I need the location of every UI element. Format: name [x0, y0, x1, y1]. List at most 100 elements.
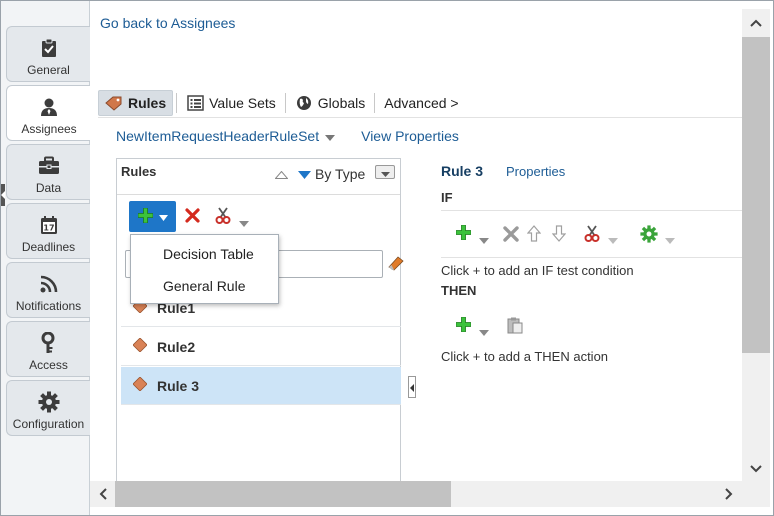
tab-deadlines[interactable]: 17 Deadlines — [6, 203, 90, 259]
rule-detail-title: Rule 3 — [441, 163, 484, 179]
rule-diamond-icon — [132, 376, 148, 394]
briefcase-icon — [38, 155, 60, 177]
clipboard-check-icon — [38, 37, 60, 59]
move-down-icon[interactable] — [551, 225, 567, 245]
panel-divider — [117, 194, 400, 195]
user-icon — [38, 96, 60, 118]
rss-icon — [38, 273, 60, 295]
back-to-assignees-link[interactable]: Go back to Assignees — [100, 15, 235, 31]
app-window: General Assignees Data 17 Deadlines Noti… — [0, 0, 774, 516]
key-icon — [38, 332, 60, 354]
tab-general[interactable]: General — [6, 26, 90, 82]
tab-advanced[interactable]: Advanced > — [378, 90, 464, 116]
tab-value-sets-label: Value Sets — [209, 95, 276, 111]
svg-text:17: 17 — [43, 224, 54, 233]
tab-data-label: Data — [35, 181, 62, 195]
toolbar-divider — [98, 117, 742, 118]
scroll-right-icon[interactable] — [718, 481, 740, 507]
cut-condition-chevron-icon[interactable] — [608, 232, 618, 247]
chevron-down-icon — [380, 165, 390, 180]
delete-rule-icon[interactable] — [185, 208, 200, 226]
rule-diamond-icon — [132, 337, 148, 355]
tab-rules-label: Rules — [128, 95, 167, 111]
add-condition-icon[interactable] — [455, 224, 472, 243]
add-condition-chevron-icon[interactable] — [479, 232, 489, 247]
tab-access[interactable]: Access — [6, 321, 90, 377]
sort-ascending-icon[interactable] — [274, 166, 289, 182]
ruleset-name-link[interactable]: NewItemRequestHeaderRuleSet — [116, 128, 319, 144]
cut-condition-icon[interactable] — [584, 225, 602, 245]
rules-editor-toolbar: Rules Value Sets Globals Advanced > — [98, 89, 465, 117]
vertical-scrollbar[interactable] — [742, 9, 770, 481]
tab-notifications-label: Notifications — [15, 299, 82, 313]
ruleset-dropdown-icon[interactable] — [325, 128, 336, 144]
then-hint-text: Click + to add a THEN action — [441, 349, 609, 364]
rule-label: Rule 3 — [157, 377, 200, 394]
ruleset-bar: NewItemRequestHeaderRuleSet View Propert… — [116, 128, 459, 144]
add-action-icon[interactable] — [455, 316, 472, 335]
scroll-down-icon[interactable] — [742, 458, 770, 480]
settings-chevron-icon[interactable] — [665, 232, 675, 247]
collapse-left-handle[interactable] — [1, 184, 5, 206]
clear-search-icon[interactable] — [387, 255, 405, 274]
toolbar-separator — [176, 93, 178, 113]
tab-advanced-label: Advanced > — [384, 95, 459, 111]
scroll-left-icon[interactable] — [92, 481, 114, 507]
add-rule-button[interactable] — [129, 201, 176, 232]
scroll-up-icon[interactable] — [742, 12, 770, 34]
rule-list-item[interactable]: Rule2 — [121, 328, 401, 366]
sort-by-label: By Type — [315, 166, 366, 182]
tab-assignees-label: Assignees — [21, 122, 77, 136]
toolbar-separator — [284, 93, 286, 113]
sort-control[interactable]: By Type — [274, 166, 366, 182]
tab-deadlines-label: Deadlines — [21, 240, 76, 254]
move-up-icon[interactable] — [526, 225, 542, 245]
tab-data[interactable]: Data — [6, 144, 90, 200]
if-toolbar-divider — [441, 257, 742, 258]
menu-item-general-rule[interactable]: General Rule — [163, 278, 246, 294]
scrollbar-corner — [742, 481, 770, 507]
paste-icon[interactable] — [507, 317, 523, 337]
rules-panel-title: Rules — [121, 164, 157, 179]
horizontal-scroll-thumb[interactable] — [115, 481, 451, 507]
rule-label: Rule2 — [157, 338, 196, 355]
globe-icon — [295, 94, 313, 112]
if-hint-text: Click + to add an IF test condition — [441, 263, 634, 278]
rules-icon — [105, 94, 123, 112]
condition-settings-gear-icon[interactable] — [640, 225, 658, 246]
add-rule-menu: Decision Table General Rule — [130, 234, 279, 304]
calendar-icon: 17 — [38, 214, 60, 236]
menu-item-decision-table[interactable]: Decision Table — [163, 246, 254, 262]
side-tab-bar: General Assignees Data 17 Deadlines Noti… — [1, 1, 91, 515]
then-section-label: THEN — [441, 283, 477, 298]
add-action-chevron-icon[interactable] — [479, 324, 489, 339]
sort-dropdown-button[interactable] — [375, 165, 395, 179]
tab-configuration[interactable]: Configuration — [6, 380, 90, 436]
delete-condition-icon[interactable] — [503, 226, 519, 245]
tab-general-label: General — [27, 63, 70, 77]
cut-icon[interactable] — [215, 207, 233, 227]
tab-assignees[interactable]: Assignees — [6, 85, 91, 141]
tab-value-sets[interactable]: Value Sets — [180, 90, 282, 116]
vertical-scroll-thumb[interactable] — [742, 37, 770, 353]
tab-access-label: Access — [29, 358, 68, 372]
if-section-label: IF — [441, 190, 453, 205]
gear-icon — [38, 391, 60, 413]
rule-properties-link[interactable]: Properties — [506, 164, 565, 179]
tab-rules[interactable]: Rules — [98, 90, 174, 116]
rule-list-item-selected[interactable]: Rule 3 — [121, 367, 401, 405]
chevron-down-icon — [158, 209, 168, 224]
cut-menu-chevron-icon[interactable] — [239, 215, 249, 230]
rules-panel: Rules By Type Rule1 Rule2 Rule 3 — [116, 158, 404, 481]
tab-notifications[interactable]: Notifications — [6, 262, 90, 318]
list-icon — [186, 94, 204, 112]
tab-configuration-label: Configuration — [12, 417, 85, 431]
horizontal-scrollbar[interactable] — [90, 481, 742, 507]
chevron-left-icon — [410, 380, 414, 395]
panel-splitter-handle[interactable] — [408, 376, 416, 398]
sort-descending-icon[interactable] — [298, 166, 311, 182]
if-divider — [441, 210, 742, 211]
view-properties-link[interactable]: View Properties — [361, 128, 459, 144]
tab-globals[interactable]: Globals — [289, 90, 371, 116]
tab-globals-label: Globals — [317, 95, 366, 111]
